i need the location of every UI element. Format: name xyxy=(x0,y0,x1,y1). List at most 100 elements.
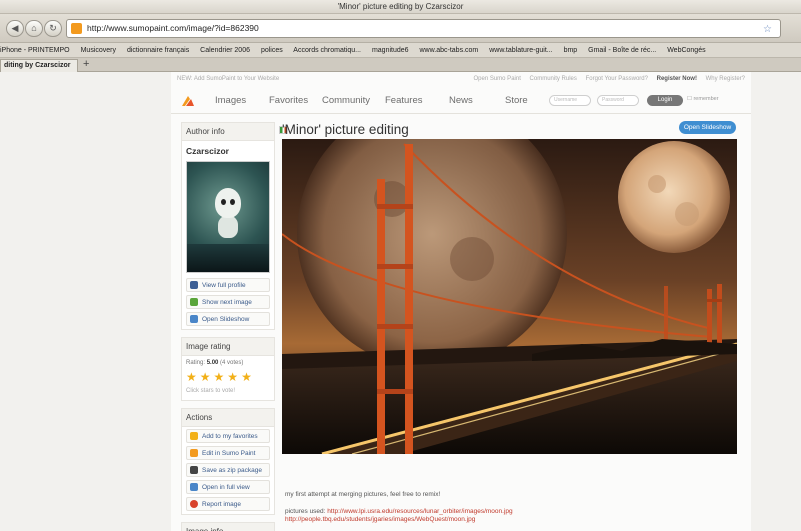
star-icon[interactable]: ★ xyxy=(200,370,214,384)
bookmark-item[interactable]: iPhone - PRINTEMPO xyxy=(0,47,70,54)
rating-votes: (4 votes) xyxy=(220,360,244,366)
rating-summary: Rating: 5.00 (4 votes) xyxy=(182,356,274,368)
star-icon[interactable]: ★ xyxy=(227,370,241,384)
window-title: 'Minor' picture editing by Czarscizor xyxy=(0,0,801,14)
nav-community[interactable]: Community xyxy=(322,95,370,106)
login-button[interactable]: Login xyxy=(647,95,683,106)
page-title: 'Minor' picture editing xyxy=(282,122,409,137)
author-name[interactable]: Czarscizor xyxy=(182,141,274,158)
star-icon[interactable]: ★ xyxy=(214,370,228,384)
star-icon[interactable]: ★ xyxy=(241,370,255,384)
bookmark-item[interactable]: magnitude6 xyxy=(372,47,409,54)
tab-strip: diting by Czarscizor + xyxy=(0,58,801,72)
remember-checkbox[interactable]: ☐ remember xyxy=(687,96,719,102)
home-icon[interactable]: ⌂ xyxy=(25,20,43,37)
rating-panel: Image rating Rating: 5.00 (4 votes) ★★★★… xyxy=(181,337,275,401)
star-icon[interactable]: ★ xyxy=(186,370,200,384)
add-favorites-label: Add to my favorites xyxy=(202,432,258,440)
top-link[interactable]: Community Rules xyxy=(530,76,577,82)
bookmark-item[interactable]: www.tablature-guit... xyxy=(489,47,552,54)
next-icon xyxy=(190,298,198,306)
bookmark-item[interactable]: Musicovery xyxy=(81,47,116,54)
image-info-panel: Image info xyxy=(181,522,275,531)
rating-heading: Image rating xyxy=(182,338,274,356)
open-slideshow-button[interactable]: Open Slideshow xyxy=(679,121,736,134)
source-link[interactable]: http://www.lpi.usra.edu/resources/lunar_… xyxy=(327,508,512,515)
artwork-image[interactable] xyxy=(282,139,737,454)
bookmark-item[interactable]: WebCongés xyxy=(667,47,705,54)
actions-heading: Actions xyxy=(182,409,274,427)
image-info-heading: Image info xyxy=(182,523,274,531)
nav-favorites[interactable]: Favorites xyxy=(269,95,308,106)
site-favicon-icon xyxy=(71,23,82,34)
vote-hint: Click stars to vote! xyxy=(186,388,236,394)
top-link[interactable]: Why Register? xyxy=(706,76,745,82)
edit-label: Edit in Sumo Paint xyxy=(202,449,256,457)
top-link[interactable]: Forgot Your Password? xyxy=(586,76,648,82)
password-field[interactable]: Password xyxy=(597,95,639,106)
bookmark-item[interactable]: Calendrier 2006 xyxy=(200,47,250,54)
save-zip-button[interactable]: Save as zip package xyxy=(186,463,270,477)
bookmark-item[interactable]: Accords chromatiqu... xyxy=(293,47,361,54)
nav-features[interactable]: Features xyxy=(385,95,423,106)
bookmark-item[interactable]: dictionnaire français xyxy=(127,47,189,54)
next-image-label: Show next image xyxy=(202,298,252,306)
rating-label: Rating: xyxy=(186,360,206,366)
page-viewport: NEW: Add SumoPaint to Your Website Open … xyxy=(0,72,801,531)
url-text: http://www.sumopaint.com/image/?id=86239… xyxy=(87,23,259,33)
full-view-label: Open in full view xyxy=(202,483,250,491)
main-nav: Images Favorites Community Features News… xyxy=(171,88,751,114)
view-profile-label: View full profile xyxy=(202,281,246,289)
top-link[interactable]: Open Sumo Paint xyxy=(474,76,521,82)
author-info-label: Author info xyxy=(186,127,225,136)
slideshow-label: Open Slideshow xyxy=(202,315,250,323)
bookmark-item[interactable]: www.abc-tabs.com xyxy=(420,47,479,54)
actions-panel: Actions Add to my favorites Edit in Sumo… xyxy=(181,408,275,515)
next-image-button[interactable]: Show next image xyxy=(186,295,270,309)
browser-toolbar: ◀ ⌂ ↻ http://www.sumopaint.com/image/?id… xyxy=(0,14,801,43)
nav-news[interactable]: News xyxy=(449,95,473,106)
rating-value: 5.00 xyxy=(206,360,219,366)
source-link[interactable]: http://people.tbq.edu/students/jgaries/i… xyxy=(285,516,475,523)
remember-label: remember xyxy=(693,96,719,102)
package-icon xyxy=(190,466,198,474)
url-bar[interactable]: http://www.sumopaint.com/image/?id=86239… xyxy=(66,19,781,38)
register-link[interactable]: Register Now! xyxy=(657,76,697,82)
nav-images[interactable]: Images xyxy=(215,95,246,106)
edit-in-sumopaint-button[interactable]: Edit in Sumo Paint xyxy=(186,446,270,460)
report-image-button[interactable]: Report image xyxy=(186,497,270,511)
bookmark-star-icon[interactable]: ☆ xyxy=(763,21,772,38)
username-field[interactable]: Username xyxy=(549,95,591,106)
magnifier-icon xyxy=(190,315,198,323)
user-icon xyxy=(190,281,198,289)
nav-store[interactable]: Store xyxy=(505,95,528,106)
bookmark-item[interactable]: Gmail - Boîte de réc... xyxy=(588,47,656,54)
top-strip: NEW: Add SumoPaint to Your Website Open … xyxy=(171,76,751,86)
tab-current[interactable]: diting by Czarscizor xyxy=(0,59,78,72)
new-tab-button[interactable]: + xyxy=(83,58,89,71)
sidebar: Author info Czarscizor View full profile… xyxy=(181,122,288,531)
star-icon xyxy=(190,432,198,440)
author-info-heading: Author info xyxy=(182,123,288,141)
add-favorites-button[interactable]: Add to my favorites xyxy=(186,429,270,443)
reload-icon[interactable]: ↻ xyxy=(44,20,62,37)
bookmarks-bar: iPhone - PRINTEMPO Musicovery dictionnai… xyxy=(0,43,801,58)
magnifier-icon xyxy=(190,483,198,491)
bookmark-item[interactable]: bmp xyxy=(564,47,578,54)
report-label: Report image xyxy=(202,500,242,508)
open-full-view-button[interactable]: Open in full view xyxy=(186,480,270,494)
slideshow-button[interactable]: Open Slideshow xyxy=(186,312,270,326)
author-panel: Author info Czarscizor View full profile… xyxy=(181,122,288,330)
bookmark-item[interactable]: polices xyxy=(261,47,283,54)
pictures-used-label: pictures used: xyxy=(285,508,326,515)
sumopaint-icon xyxy=(190,449,198,457)
save-zip-label: Save as zip package xyxy=(202,466,262,474)
back-icon[interactable]: ◀ xyxy=(6,20,24,37)
view-profile-button[interactable]: View full profile xyxy=(186,278,270,292)
artwork-picture xyxy=(282,139,737,454)
star-rating[interactable]: ★★★★★ xyxy=(182,368,274,386)
author-avatar[interactable] xyxy=(186,161,270,273)
sumopaint-logo-icon[interactable] xyxy=(181,94,195,108)
image-description: my first attempt at merging pictures, fe… xyxy=(285,491,441,498)
promo-link[interactable]: NEW: Add SumoPaint to Your Website xyxy=(177,76,279,82)
